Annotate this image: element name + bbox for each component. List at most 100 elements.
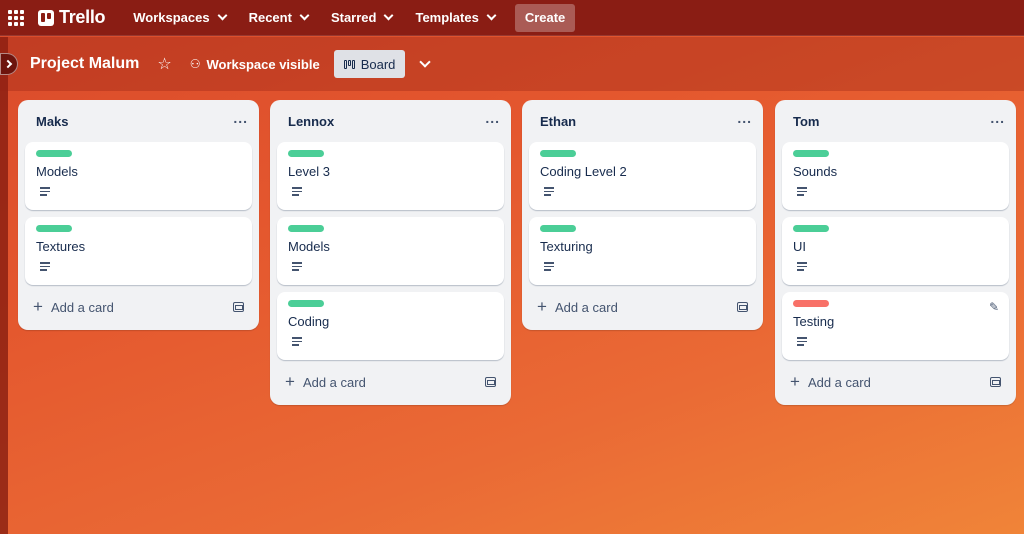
chevron-down-icon[interactable] — [419, 56, 432, 68]
chevron-down-icon — [486, 10, 497, 21]
create-button[interactable]: Create — [514, 3, 576, 32]
card[interactable]: Coding — [277, 292, 504, 360]
card-label[interactable] — [288, 300, 324, 307]
chevron-right-icon — [3, 59, 13, 69]
card-label[interactable] — [540, 150, 576, 157]
card-label[interactable] — [36, 225, 72, 232]
list-header: Ethan ... — [529, 100, 756, 142]
create-from-template-icon[interactable] — [233, 302, 244, 312]
card-title: Sounds — [793, 164, 838, 179]
add-card-button[interactable]: + Add a card — [285, 372, 366, 392]
add-card-button[interactable]: + Add a card — [33, 297, 114, 317]
card-title: Level 3 — [288, 164, 330, 179]
nav-starred-label: Starred — [330, 10, 377, 25]
nav-recent[interactable]: Recent — [241, 4, 316, 32]
description-icon — [544, 262, 554, 271]
add-card-label: Add a card — [302, 374, 366, 390]
nav-templates-label: Templates — [415, 10, 479, 25]
card-title: Models — [288, 239, 330, 254]
description-icon — [797, 262, 807, 271]
list-maks: Maks ... Models Textures + Add a card — [18, 100, 259, 330]
board-view-label: Board — [360, 56, 396, 72]
list-header: Maks ... — [25, 100, 252, 142]
list-title[interactable]: Lennox — [288, 114, 334, 129]
visibility-button[interactable]: ⚇ Workspace visible — [190, 57, 320, 72]
description-icon — [40, 187, 50, 196]
more-options-icon[interactable]: ... — [737, 110, 752, 126]
description-icon — [292, 337, 302, 346]
nav-starred[interactable]: Starred — [323, 4, 401, 32]
more-options-icon[interactable]: ... — [485, 110, 500, 126]
card-title: Coding — [288, 314, 330, 329]
create-from-template-icon[interactable] — [485, 377, 496, 387]
card-label[interactable] — [540, 225, 576, 232]
nav-templates[interactable]: Templates — [407, 4, 502, 32]
plus-icon: + — [537, 297, 547, 316]
card-label[interactable] — [36, 150, 72, 157]
card[interactable]: ✎ Testing — [782, 292, 1009, 360]
list-title[interactable]: Ethan — [540, 114, 576, 129]
add-card-button[interactable]: + Add a card — [790, 372, 871, 392]
add-card-row: + Add a card — [25, 292, 252, 322]
chevron-down-icon — [217, 10, 228, 21]
card[interactable]: Sounds — [782, 142, 1009, 210]
add-card-label: Add a card — [554, 299, 618, 315]
card-label[interactable] — [793, 300, 829, 307]
visibility-label: Workspace visible — [206, 56, 320, 72]
description-icon — [797, 337, 807, 346]
list-title[interactable]: Tom — [793, 114, 819, 129]
nav-recent-label: Recent — [248, 10, 292, 25]
star-icon[interactable]: ☆ — [157, 54, 171, 74]
trello-logo[interactable]: Trello — [38, 7, 106, 28]
create-from-template-icon[interactable] — [990, 377, 1001, 387]
app-switcher-icon[interactable] — [8, 9, 24, 26]
more-options-icon[interactable]: ... — [990, 110, 1005, 126]
add-card-label: Add a card — [50, 299, 114, 315]
add-card-button[interactable]: + Add a card — [537, 297, 618, 317]
card-title: Testing — [793, 314, 835, 329]
edit-pencil-icon[interactable]: ✎ — [989, 300, 999, 314]
description-icon — [292, 262, 302, 271]
top-nav: Trello Workspaces Recent Starred Templat… — [0, 0, 1024, 36]
card[interactable]: Textures — [25, 217, 252, 285]
create-from-template-icon[interactable] — [737, 302, 748, 312]
card[interactable]: Level 3 — [277, 142, 504, 210]
card[interactable]: Coding Level 2 — [529, 142, 756, 210]
card[interactable]: Texturing — [529, 217, 756, 285]
board-view-icon — [343, 59, 355, 69]
chevron-down-icon — [384, 10, 394, 21]
list-header: Tom ... — [782, 100, 1009, 142]
plus-icon: + — [285, 372, 295, 391]
card[interactable]: Models — [277, 217, 504, 285]
card-title: Models — [36, 164, 78, 179]
card-label[interactable] — [288, 225, 324, 232]
plus-icon: + — [33, 297, 43, 316]
card-title: Texturing — [540, 239, 593, 254]
nav-workspaces[interactable]: Workspaces — [125, 4, 233, 32]
list-ethan: Ethan ... Coding Level 2 Texturing + Add… — [522, 100, 763, 330]
nav-workspaces-label: Workspaces — [133, 10, 210, 25]
add-card-row: + Add a card — [782, 367, 1009, 397]
card-label[interactable] — [793, 225, 829, 232]
card-title: Textures — [36, 239, 86, 254]
description-icon — [797, 187, 807, 196]
trello-logo-icon — [38, 9, 54, 26]
logo-text: Trello — [59, 7, 106, 27]
board-header: Project Malum ☆ ⚇ Workspace visible Boar… — [0, 37, 1024, 91]
board-title[interactable]: Project Malum — [30, 55, 139, 73]
plus-icon: + — [790, 372, 800, 391]
description-icon — [544, 187, 554, 196]
card-title: Coding Level 2 — [540, 164, 627, 179]
more-options-icon[interactable]: ... — [233, 110, 248, 126]
list-header: Lennox ... — [277, 100, 504, 142]
card-title: UI — [793, 239, 806, 254]
list-tom: Tom ... Sounds UI ✎ Testing + Add a card — [775, 100, 1016, 405]
list-title[interactable]: Maks — [36, 114, 69, 129]
description-icon — [292, 187, 302, 196]
card[interactable]: UI — [782, 217, 1009, 285]
card-label[interactable] — [288, 150, 324, 157]
board-view-button[interactable]: Board — [333, 50, 406, 78]
add-card-row: + Add a card — [529, 292, 756, 322]
card-label[interactable] — [793, 150, 829, 157]
card[interactable]: Models — [25, 142, 252, 210]
